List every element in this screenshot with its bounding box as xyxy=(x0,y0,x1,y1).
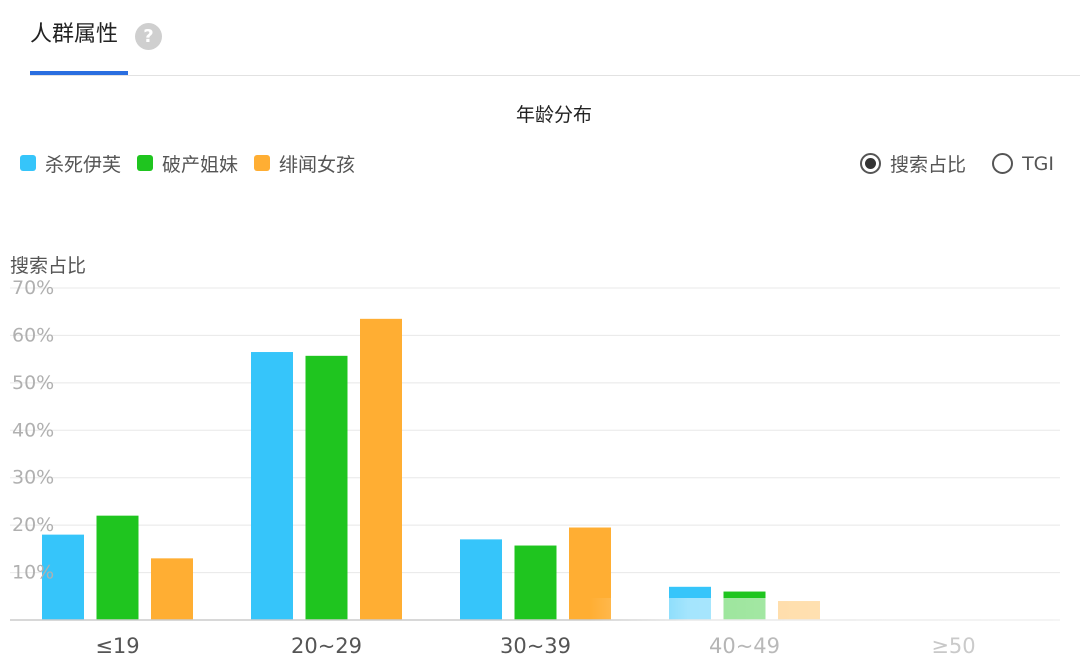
help-icon[interactable]: ? xyxy=(135,23,162,50)
legend-item-series-0[interactable]: 杀死伊芙 xyxy=(20,150,121,177)
bar-1-0 xyxy=(96,515,139,620)
radio-checked-icon xyxy=(860,153,882,174)
bar-2-1 xyxy=(360,318,402,620)
y-tick-label: 70% xyxy=(12,280,54,299)
bar-1-3 xyxy=(723,591,766,620)
bar-0-3 xyxy=(669,586,711,620)
legend-item-series-2[interactable]: 绯闻女孩 xyxy=(254,150,355,177)
bar-chart-svg: 10% 20% 30% 40% 50% 60% 70% ≤19 20~29 30~39 40~49 ≥… xyxy=(10,277,1060,658)
bar-2-3 xyxy=(778,601,820,620)
radio-label: 搜索占比 xyxy=(890,154,967,176)
bar-chart: 10% 20% 30% 40% 50% 60% 70% ≤19 20~29 30~39 40~49 ≥… xyxy=(0,277,1080,671)
radio-search-share[interactable]: 搜索占比 xyxy=(860,150,966,177)
x-tick-label: 40~49 xyxy=(709,634,780,658)
bar-0-1 xyxy=(251,352,293,620)
radio-unchecked-icon xyxy=(992,153,1014,174)
legend-label: 杀死伊芙 xyxy=(45,153,122,176)
chart-legend: 杀死伊芙 破产姐妹 绯闻女孩 xyxy=(20,150,371,176)
radio-dot-icon xyxy=(865,158,877,169)
y-tick-label: 20% xyxy=(12,514,54,536)
legend-label: 绯闻女孩 xyxy=(279,153,356,176)
bar-0-2 xyxy=(460,539,502,620)
tab-divider xyxy=(30,75,1080,76)
bar-2-0 xyxy=(151,558,193,620)
metric-toggle: 搜索占比 TGI xyxy=(834,150,1054,177)
radio-tgi[interactable]: TGI xyxy=(992,153,1054,175)
y-tick-label: 60% xyxy=(12,324,54,346)
radio-label: TGI xyxy=(1022,152,1054,175)
y-tick-label: 50% xyxy=(12,372,54,394)
x-tick-label: ≥50 xyxy=(931,634,975,658)
y-tick-label: 10% xyxy=(12,562,54,584)
x-tick-label: 20~29 xyxy=(291,634,362,658)
x-tick-label: 30~39 xyxy=(500,634,571,658)
legend-swatch xyxy=(20,155,36,171)
tab-bar: 人群属性 ? xyxy=(0,0,1080,76)
y-axis-title: 搜索占比 xyxy=(10,255,87,277)
bar-1-1 xyxy=(305,355,348,620)
x-tick-label: ≤19 xyxy=(95,634,139,658)
y-tick-label: 30% xyxy=(12,467,54,489)
legend-item-series-1[interactable]: 破产姐妹 xyxy=(137,150,238,177)
legend-swatch xyxy=(137,155,154,171)
bar-1-2 xyxy=(514,545,557,620)
chart-title: 年龄分布 xyxy=(515,104,592,126)
legend-label: 破产姐妹 xyxy=(162,153,239,176)
bar-2-2 xyxy=(569,527,611,620)
y-tick-label: 40% xyxy=(12,419,54,441)
legend-swatch xyxy=(254,155,271,171)
tab-crowd-attributes[interactable]: 人群属性 xyxy=(30,20,118,50)
